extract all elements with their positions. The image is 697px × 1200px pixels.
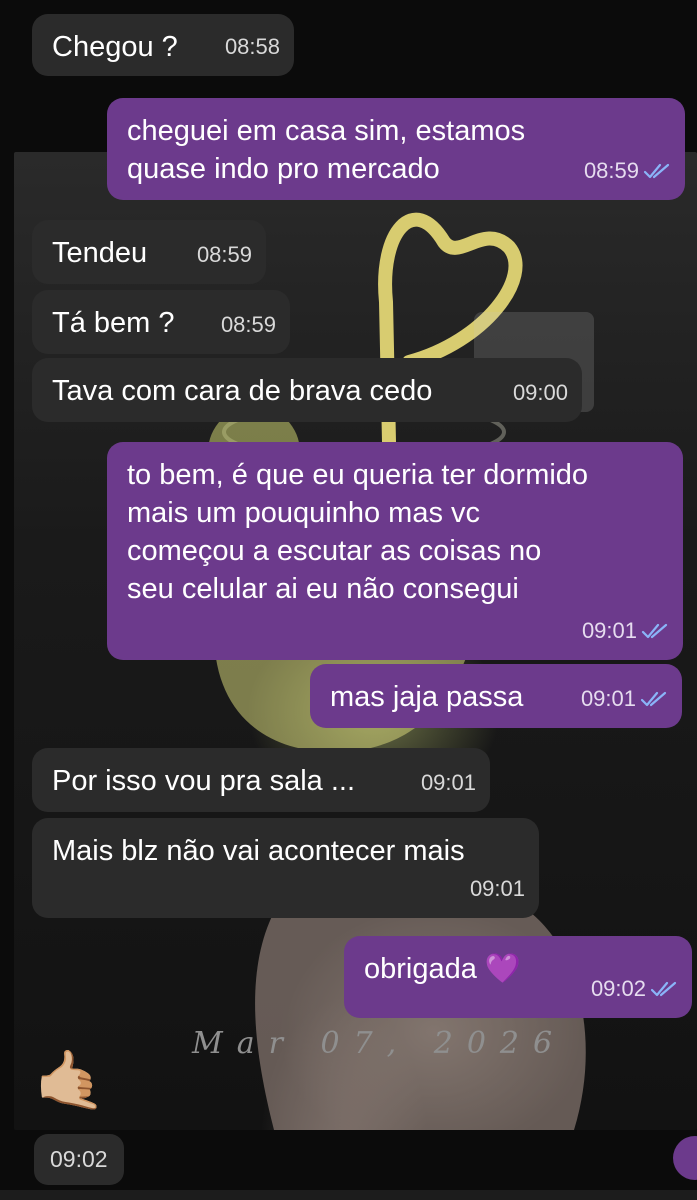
message-meta: 08:59 [221, 306, 276, 344]
message-time: 09:00 [512, 380, 568, 405]
read-receipt-icon [650, 980, 678, 998]
outgoing-message[interactable]: mas jaja passa 09:01 [310, 664, 682, 728]
message-time: 09:02 [34, 1134, 124, 1185]
message-meta: 09:01 [582, 612, 669, 650]
message-time: 09:01 [580, 686, 636, 711]
message-text: Mais blz não vai acontecer mais [52, 835, 465, 867]
incoming-message[interactable]: Chegou ? 08:58 [32, 14, 294, 76]
outgoing-message[interactable]: cheguei em casa sim, estamos quase indo … [107, 98, 685, 200]
call-me-hand-icon[interactable]: 🤙🏼 [34, 1046, 106, 1116]
message-time: 09:01 [469, 876, 525, 901]
input-bar-edge [0, 1190, 697, 1200]
message-meta: 09:02 [591, 970, 678, 1008]
incoming-message[interactable]: Tá bem ? 08:59 [32, 290, 290, 354]
message-time: 09:02 [590, 976, 646, 1001]
outgoing-message[interactable]: obrigada 💜 09:02 [344, 936, 692, 1018]
message-meta: 08:59 [197, 236, 252, 274]
message-meta: 08:58 [225, 28, 280, 66]
incoming-message[interactable]: Por isso vou pra sala ... 09:01 [32, 748, 490, 812]
message-text: Tava com cara de brava cedo [52, 375, 433, 407]
message-time: 08:59 [220, 312, 276, 337]
message-meta: 09:01 [470, 870, 525, 908]
incoming-message[interactable]: Tava com cara de brava cedo 09:00 [32, 358, 582, 422]
message-time: 08:58 [224, 34, 280, 59]
read-receipt-icon [643, 162, 671, 180]
message-meta: 09:01 [581, 680, 668, 718]
message-meta: 09:01 [421, 764, 476, 802]
message-time: 09:01 [420, 770, 476, 795]
read-receipt-icon [641, 622, 669, 640]
message-text: Por isso vou pra sala ... [52, 765, 356, 797]
message-text: to bem, é que eu queria ter dormido mais… [127, 459, 589, 605]
message-meta: 08:59 [584, 152, 671, 190]
read-receipt-icon [640, 690, 668, 708]
incoming-message[interactable]: Tendeu 08:59 [32, 220, 266, 284]
message-time: 08:59 [196, 242, 252, 267]
message-time: 08:59 [583, 158, 639, 183]
incoming-message[interactable]: Mais blz não vai acontecer mais 09:01 [32, 818, 539, 918]
outgoing-message[interactable]: to bem, é que eu queria ter dormido mais… [107, 442, 683, 660]
message-time: 09:01 [581, 618, 637, 643]
message-meta: 09:00 [513, 374, 568, 412]
photo-date-stamp: Mar 07, 2026 [192, 1026, 567, 1061]
